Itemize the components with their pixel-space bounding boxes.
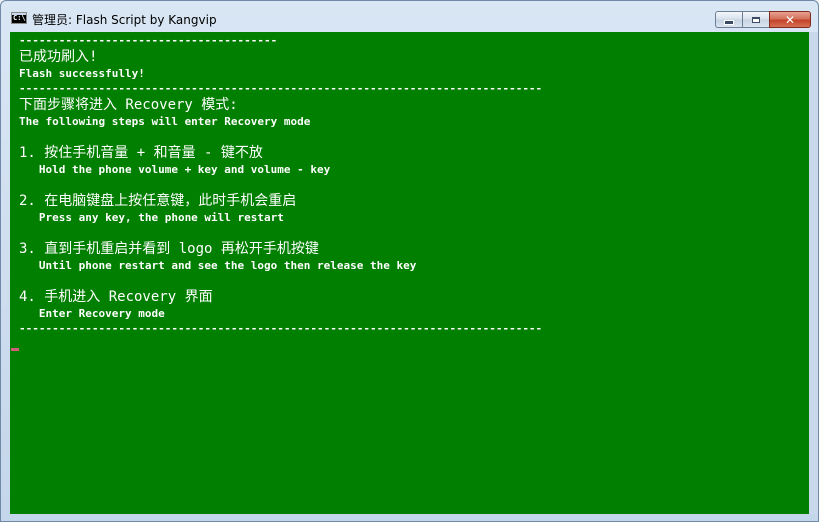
window-title: 管理员: Flash Script by Kangvip <box>32 13 217 27</box>
console-output[interactable]: --------------------------------------- … <box>10 32 810 514</box>
console-line: 4. 手机进入 Recovery 界面 <box>19 289 213 305</box>
cmd-icon[interactable]: C:\ <box>11 12 27 24</box>
console-line: 已成功刷入! <box>19 49 98 65</box>
text-cursor <box>11 348 19 351</box>
close-button[interactable]: ✕ <box>769 11 811 28</box>
minimize-button[interactable] <box>715 11 742 28</box>
console-line: 3. 直到手机重启并看到 logo 再松开手机按键 <box>19 241 319 257</box>
console-line: 2. 在电脑键盘上按任意键，此时手机会重启 <box>19 193 297 209</box>
minimize-icon <box>724 19 734 25</box>
console-line: 下面步骤将进入 Recovery 模式: <box>19 97 238 113</box>
console-window: C:\ 管理员: Flash Script by Kangvip ✕ -----… <box>0 0 819 522</box>
title-bar[interactable]: C:\ 管理员: Flash Script by Kangvip ✕ <box>1 1 818 32</box>
separator-line: ----------------------------------------… <box>19 322 543 335</box>
bottom-frame[interactable] <box>1 513 818 521</box>
separator-line: ----------------------------------------… <box>19 82 543 95</box>
console-line: Enter Recovery mode <box>19 307 165 320</box>
maximize-button[interactable] <box>742 11 769 28</box>
separator-line: --------------------------------------- <box>19 34 278 47</box>
console-line: Until phone restart and see the logo the… <box>19 259 417 272</box>
console-line: The following steps will enter Recovery … <box>19 115 311 128</box>
close-icon: ✕ <box>784 12 796 27</box>
console-line: Hold the phone volume + key and volume -… <box>19 163 331 176</box>
console-line: Press any key, the phone will restart <box>19 211 284 224</box>
console-line: 1. 按住手机音量 + 和音量 - 键不放 <box>19 145 263 161</box>
caption-buttons: ✕ <box>715 11 811 28</box>
maximize-icon <box>752 16 760 23</box>
right-frame <box>809 32 818 514</box>
console-line: Flash successfully! <box>19 67 145 80</box>
